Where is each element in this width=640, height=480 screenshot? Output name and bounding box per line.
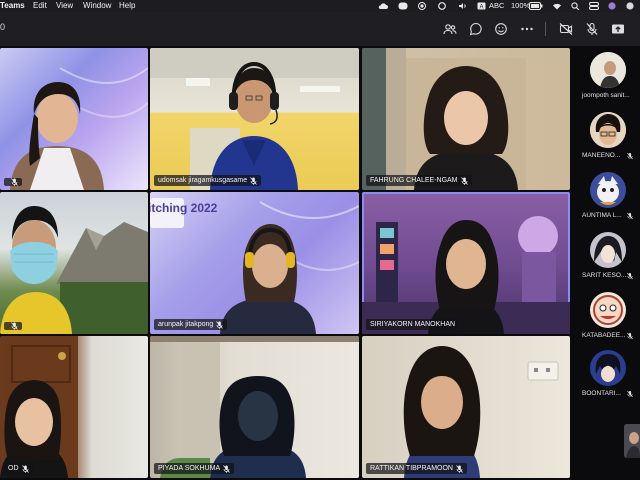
mic-muted-icon: [456, 464, 463, 473]
participant-name-tag: SIRIYAKORN MANOKHAN: [366, 319, 460, 330]
avatar: [590, 52, 626, 88]
chat-button[interactable]: [466, 19, 486, 39]
input-source-icon[interactable]: A: [477, 2, 486, 10]
participant-name-tag: [4, 178, 22, 186]
rail-participant[interactable]: MANEENO...: [572, 112, 640, 172]
mic-muted-icon: [250, 176, 257, 185]
participant-video: [10, 67, 148, 190]
app-menu[interactable]: Teams: [0, 0, 25, 12]
participant-tile[interactable]: FAHRUNG CHALEE-NGAM: [362, 48, 570, 190]
mic-muted-icon: [627, 272, 633, 280]
camera-toggle-button[interactable]: [556, 19, 576, 39]
rail-participant[interactable]: AUNTIMA L...: [572, 172, 640, 232]
participant-tile-active[interactable]: SIRIYAKORN MANOKHAN: [362, 192, 570, 334]
mic-muted-icon: [11, 322, 18, 330]
cloud-icon[interactable]: [378, 2, 388, 10]
rail-participant-name: KATABADEE...: [582, 332, 626, 339]
mic-muted-icon: [21, 464, 29, 473]
mic-muted-icon: [223, 464, 230, 473]
participant-name-tag: RATTIKAN TIBPRAMOON: [366, 463, 467, 474]
avatar: [590, 232, 626, 268]
rail-participant[interactable]: joompoth sanit...: [572, 52, 640, 112]
input-source-label: ABC: [489, 1, 505, 10]
toolbar-divider: [545, 22, 546, 36]
rail-participant[interactable]: SARIT KESO...: [572, 232, 640, 292]
reactions-icon: [495, 23, 507, 35]
participant-tile[interactable]: udomsak jiragamkusgasame: [150, 48, 359, 190]
mic-muted-icon: [216, 320, 224, 329]
mic-muted-icon: [460, 176, 468, 185]
more-actions-button[interactable]: [517, 19, 537, 39]
menu-bar: Teams Edit View Window Help A ABC 100%: [0, 0, 640, 12]
participant-rail: joompoth sanit... MANEENO... AUNTIMA L..…: [572, 46, 640, 480]
share-icon: [612, 24, 624, 34]
people-icon: [443, 24, 457, 35]
video-grid: udomsak jiragamkusgasame FAHRUNG CHALEE-…: [0, 46, 572, 480]
participant-name-tag: udomsak jiragamkusgasame: [154, 175, 262, 186]
participant-name-tag: arunpak jitakpong: [154, 319, 228, 330]
mic-muted-icon: [11, 178, 18, 186]
siri-icon[interactable]: [607, 2, 617, 10]
battery-icon[interactable]: [529, 2, 543, 10]
participant-video: [150, 48, 359, 190]
camera-off-icon: [559, 23, 573, 35]
menu-view[interactable]: View: [56, 0, 73, 12]
participant-name-tag: OD: [4, 463, 33, 474]
mic-muted-icon: [627, 212, 633, 220]
svg-text:A: A: [479, 4, 483, 10]
wifi-icon[interactable]: [552, 2, 562, 10]
mic-muted-icon: [627, 332, 633, 340]
participant-tile[interactable]: [0, 48, 148, 190]
participant-video: [362, 48, 526, 190]
menu-window[interactable]: Window: [83, 0, 111, 12]
battery-percent: 100%: [511, 1, 531, 10]
notification-center-icon[interactable]: [625, 2, 635, 10]
avatar: [590, 112, 626, 148]
avatar: [590, 350, 626, 386]
participant-name-tag: PIYADA SOKHUMA: [154, 463, 235, 474]
self-view-thumbnail[interactable]: [624, 424, 640, 458]
avatar: [590, 172, 626, 208]
more-icon: [521, 27, 533, 31]
participant-video: [0, 336, 78, 478]
avatar: [590, 292, 626, 328]
meeting-timer: 0: [0, 22, 6, 32]
mic-off-icon: [586, 22, 598, 35]
record-icon[interactable]: [417, 2, 427, 10]
meeting-toolbar: 0: [0, 12, 640, 46]
rail-participant-name: AUNTIMA L...: [582, 212, 622, 219]
participant-tile[interactable]: OD: [0, 336, 148, 478]
participant-video: [150, 336, 359, 478]
participant-tile[interactable]: PIYADA SOKHUMA: [150, 336, 359, 478]
volume-icon[interactable]: [458, 2, 468, 10]
line-app-icon[interactable]: [398, 2, 408, 10]
participant-video: [362, 216, 570, 334]
rail-participant-name: MANEENO...: [582, 152, 621, 159]
participant-video: [0, 206, 148, 334]
rail-participant-name: BOONTARI...: [582, 390, 621, 397]
participant-video: [403, 346, 559, 478]
rail-participant[interactable]: BOONTARI...: [572, 350, 640, 410]
menu-help[interactable]: Help: [119, 0, 135, 12]
rail-participant[interactable]: KATABADEE...: [572, 292, 640, 352]
participant-tile[interactable]: itching 2022 arunpak jitakpong: [150, 192, 359, 334]
participant-name-tag: FAHRUNG CHALEE-NGAM: [366, 175, 472, 186]
rail-participant-name: joompoth sanit...: [582, 92, 630, 99]
mic-toggle-button[interactable]: [582, 19, 602, 39]
sync-icon[interactable]: [437, 2, 447, 10]
rail-participant-name: SARIT KESO...: [582, 272, 627, 279]
share-screen-button[interactable]: [608, 19, 628, 39]
background-banner-text: itching 2022: [150, 201, 218, 215]
participant-tile[interactable]: [0, 192, 148, 334]
control-center-icon[interactable]: [589, 2, 599, 10]
mic-muted-icon: [627, 152, 633, 160]
menu-edit[interactable]: Edit: [33, 0, 47, 12]
mic-muted-icon: [627, 390, 633, 398]
reactions-button[interactable]: [491, 19, 511, 39]
participant-tile[interactable]: RATTIKAN TIBPRAMOON: [362, 336, 570, 478]
participant-name-tag: [4, 322, 22, 330]
participants-button[interactable]: [440, 19, 460, 39]
chat-icon: [469, 22, 482, 36]
spotlight-search-icon[interactable]: [571, 2, 580, 10]
